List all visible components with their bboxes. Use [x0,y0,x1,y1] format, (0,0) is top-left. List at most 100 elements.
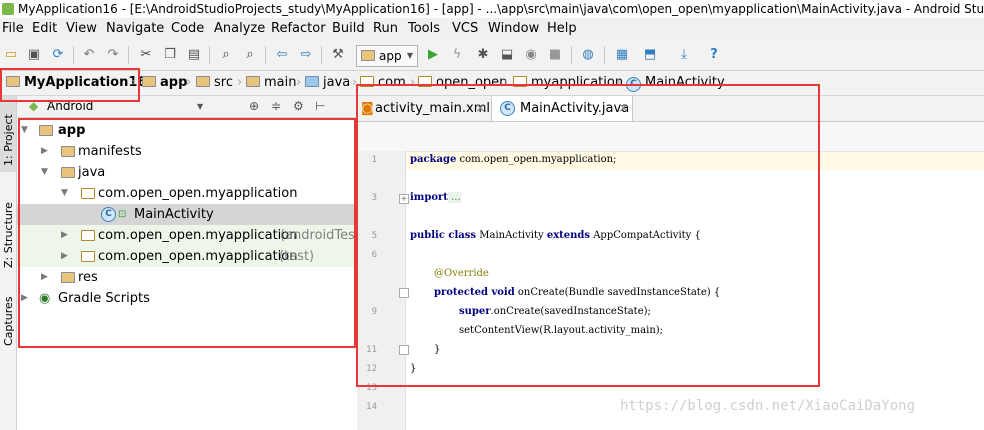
tab-captures[interactable]: Captures [0,286,16,356]
tab-activity-main-xml[interactable]: ◙ activity_main.xml × [357,96,490,121]
project-view-selector[interactable]: Android [47,96,93,117]
fold-collapse-icon[interactable] [399,345,409,355]
menu-help[interactable]: Help [547,18,577,40]
tree-item-mainactivity[interactable]: C ⊡ MainActivity [17,204,357,225]
folder-icon [61,167,75,178]
breadcrumb-project-label: MyApplication16 [24,75,147,90]
code-line[interactable]: package com.open_open.myapplication; [410,154,616,165]
project-folder-icon [6,76,20,87]
breadcrumb-separator-icon: › [616,75,622,90]
undo-icon[interactable]: ↶ [81,47,97,63]
device-monitor-icon[interactable]: ⬒ [642,47,658,63]
sdk-download-icon[interactable]: ⤓ [676,47,692,63]
menu-view[interactable]: View [66,18,97,40]
fold-collapse-icon[interactable] [399,288,409,298]
find-icon[interactable]: ⌕ [218,47,234,63]
open-folder-icon[interactable]: ▭ [3,47,19,63]
breadcrumb-src[interactable]: src [196,71,233,95]
chevron-down-icon[interactable]: ▼ [197,96,203,117]
cut-icon[interactable]: ✂ [138,47,154,63]
breadcrumb-java[interactable]: java [305,71,350,95]
menu-edit[interactable]: Edit [32,18,57,40]
menu-analyze[interactable]: Analyze [214,18,265,40]
breadcrumb-open-open[interactable]: open_open [418,71,507,95]
project-structure-icon[interactable]: ▦ [614,47,630,63]
redo-icon[interactable]: ↷ [105,47,121,63]
folder-icon [196,76,210,87]
menu-refactor[interactable]: Refactor [271,18,326,40]
forward-icon[interactable]: ⇨ [298,47,314,63]
scroll-from-source-icon[interactable]: ⊕ [249,96,259,117]
menu-navigate[interactable]: Navigate [106,18,164,40]
breadcrumb-project[interactable]: MyApplication16 [6,71,146,95]
line-number: 9 [371,307,377,317]
breadcrumb-com[interactable]: com [360,71,406,95]
replace-icon[interactable]: ⌕ [242,47,258,63]
save-icon[interactable]: ▣ [26,47,42,63]
breadcrumb-app[interactable]: app [142,71,187,95]
menu-vcs[interactable]: VCS [452,18,478,40]
code-line[interactable]: public class MainActivity extends AppCom… [410,230,701,241]
folded-imports[interactable]: ... [447,192,461,203]
expanded-arrow-icon: ▼ [21,125,28,135]
code-text: .onCreate(savedInstanceState); [490,306,651,317]
watermark: https://blog.csdn.net/XiaoCaiDaYong [620,398,916,414]
breadcrumb-mainactivity[interactable]: C MainActivity [626,71,725,95]
tree-item-package-test[interactable]: ▶ com.open_open.myapplication (test) [17,246,357,267]
coverage-icon[interactable]: ◉ [523,47,539,63]
fold-expand-icon[interactable]: + [399,194,409,204]
android-studio-icon [2,3,14,15]
tab-mainactivity-java[interactable]: C MainActivity.java × [491,96,633,121]
line-number: 14 [366,402,377,412]
hide-icon[interactable]: ⊢ [315,96,325,117]
avd-manager-icon[interactable]: ◍ [580,47,596,63]
tree-item-res[interactable]: ▶ res [17,267,357,288]
tree-item-manifests[interactable]: ▶ manifests [17,141,357,162]
menu-window[interactable]: Window [488,18,539,40]
paste-icon[interactable]: ▤ [186,47,202,63]
code-text: } [434,344,441,355]
menu-build[interactable]: Build [332,18,365,40]
attach-debugger-icon[interactable]: ⬓ [499,47,515,63]
code-line[interactable]: super.onCreate(savedInstanceState); [459,306,651,317]
tab-structure[interactable]: Z: Structure [0,188,16,268]
help-icon[interactable]: ? [706,47,722,63]
tab-project[interactable]: 1: Project [0,96,16,172]
tree-item-gradle-scripts[interactable]: ▶ ◉ Gradle Scripts [17,288,357,309]
close-icon[interactable]: × [618,96,629,121]
code-keyword: super [459,306,491,317]
tree-item-app[interactable]: ▼ app [17,120,357,141]
apply-changes-icon[interactable]: ϟ [449,47,465,63]
code-line[interactable]: @Override [434,268,489,279]
package-icon [418,76,432,87]
menu-tools[interactable]: Tools [408,18,440,40]
make-icon[interactable]: ⚒ [330,47,346,63]
back-icon[interactable]: ⇦ [274,47,290,63]
breadcrumb-myapplication[interactable]: myapplication [513,71,623,95]
line-number: 1 [371,155,377,165]
menu-run[interactable]: Run [373,18,398,40]
close-icon[interactable]: × [475,96,486,121]
sync-icon[interactable]: ⟳ [50,47,66,63]
collapse-all-icon[interactable]: ≑ [271,96,281,117]
code-line[interactable]: protected void onCreate(Bundle savedInst… [434,287,720,298]
breadcrumb-main[interactable]: main [246,71,296,95]
copy-icon[interactable]: ❐ [162,47,178,63]
stop-icon[interactable]: ■ [547,47,563,63]
package-icon [360,76,374,87]
gear-icon[interactable]: ⚙ [293,96,304,117]
run-config-combo[interactable]: app ▼ [356,45,418,67]
code-text: } [410,363,417,374]
code-line[interactable]: import ... [410,192,461,203]
tree-item-package[interactable]: ▼ com.open_open.myapplication [17,183,357,204]
code-line[interactable]: } [410,363,416,374]
code-line[interactable]: } [434,344,440,355]
tree-item-java[interactable]: ▼ java [17,162,357,183]
debug-icon[interactable]: ✱ [475,47,491,63]
menu-file[interactable]: File [2,18,24,40]
tree-item-package-androidtest[interactable]: ▶ com.open_open.myapplication (androidTe… [17,225,365,246]
menu-code[interactable]: Code [171,18,204,40]
code-line[interactable]: setContentView(R.layout.activity_main); [459,325,663,336]
run-icon[interactable]: ▶ [425,47,441,63]
collapsed-arrow-icon: ▶ [61,230,68,240]
